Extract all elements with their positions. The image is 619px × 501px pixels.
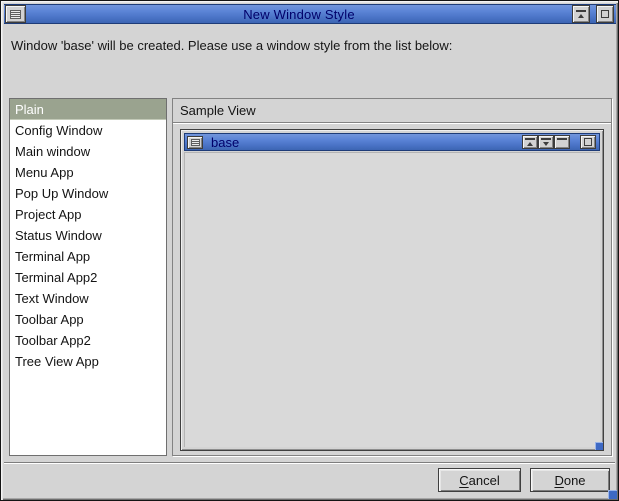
list-item[interactable]: Terminal App: [10, 246, 166, 267]
list-item[interactable]: Config Window: [10, 120, 166, 141]
list-item[interactable]: Main window: [10, 141, 166, 162]
shade-down-icon: [541, 138, 551, 147]
preview-window: base: [180, 129, 604, 451]
dialog-titlebar[interactable]: New Window Style: [4, 4, 616, 24]
maximize-icon: [584, 138, 592, 146]
list-item[interactable]: Plain: [10, 99, 166, 120]
list-item[interactable]: Terminal App2: [10, 267, 166, 288]
preview-window-menu-button[interactable]: [187, 136, 203, 149]
list-item[interactable]: Status Window: [10, 225, 166, 246]
preview-maximize-button[interactable]: [580, 135, 596, 149]
footer-divider: [4, 462, 615, 464]
list-item[interactable]: Toolbar App: [10, 309, 166, 330]
window-resize-handle[interactable]: [608, 490, 617, 499]
preview-title: base: [211, 135, 522, 150]
list-item[interactable]: Toolbar App2: [10, 330, 166, 351]
shade-icon: [576, 10, 586, 19]
preview-resize-handle[interactable]: [595, 442, 603, 450]
window-menu-button[interactable]: [5, 5, 26, 23]
style-list[interactable]: PlainConfig WindowMain windowMenu AppPop…: [9, 98, 167, 456]
list-item[interactable]: Text Window: [10, 288, 166, 309]
done-button[interactable]: Done: [530, 468, 610, 492]
shade-up-icon: [525, 138, 535, 147]
window-menu-icon: [10, 10, 21, 19]
preview-titlebar[interactable]: base: [184, 133, 600, 151]
list-item[interactable]: Menu App: [10, 162, 166, 183]
titlebar-bar-icon: [557, 138, 567, 147]
preview-button-group: [522, 135, 570, 149]
maximize-icon: [601, 10, 609, 18]
maximize-button[interactable]: [596, 5, 614, 23]
sample-view-panel: Sample View base: [172, 98, 612, 456]
preview-window-body: [184, 152, 600, 447]
preview-shade-up-button[interactable]: [522, 135, 538, 149]
sample-view-separator: [173, 122, 611, 124]
preview-bar-button[interactable]: [554, 135, 570, 149]
dialog-message: Window 'base' will be created. Please us…: [11, 38, 452, 53]
shade-button[interactable]: [572, 5, 590, 23]
window-menu-icon: [191, 139, 200, 146]
preview-shade-down-button[interactable]: [538, 135, 554, 149]
list-item[interactable]: Project App: [10, 204, 166, 225]
cancel-button[interactable]: Cancel: [438, 468, 521, 492]
dialog-title: New Window Style: [26, 7, 572, 22]
list-item[interactable]: Tree View App: [10, 351, 166, 372]
list-item[interactable]: Pop Up Window: [10, 183, 166, 204]
sample-view-header: Sample View: [180, 103, 256, 118]
new-window-style-dialog: New Window Style Window 'base' will be c…: [0, 0, 619, 501]
